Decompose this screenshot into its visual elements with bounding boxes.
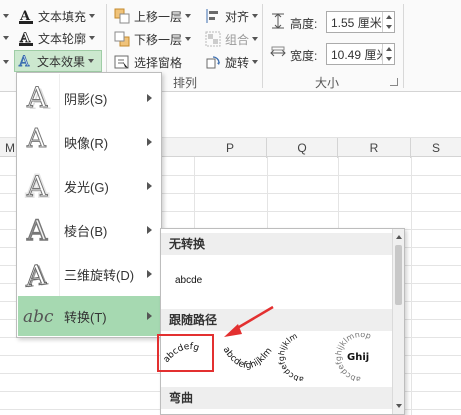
annotation-arrow-icon [224, 305, 274, 337]
